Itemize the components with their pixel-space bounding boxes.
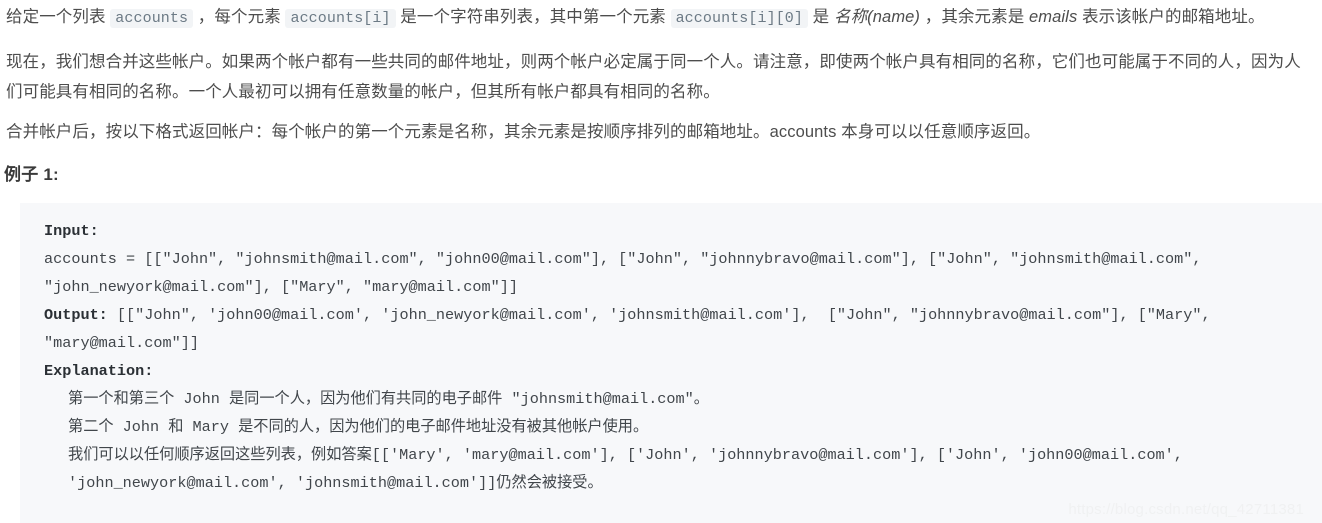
code-line-explanation-label: Explanation: (44, 357, 1322, 385)
italic-term-name: 名称(name) (833, 8, 921, 26)
paragraph-1-segment-6: 表示该帐户的邮箱地址。 (1077, 8, 1265, 26)
output-label: Output: (44, 306, 108, 324)
code-line-input-value: accounts = [["John", "johnsmith@mail.com… (44, 250, 1211, 296)
example-heading: 例子 1: (4, 165, 59, 184)
input-label: Input: (44, 222, 99, 240)
italic-term-emails: emails (1029, 8, 1078, 26)
code-line-explanation-2: 第二个 John 和 Mary 是不同的人，因为他们的电子邮件地址没有被其他帐户… (68, 418, 649, 436)
paragraph-1-segment-1: 给定一个列表 (6, 8, 111, 26)
article-page: 给定一个列表 accounts ，每个元素 accounts[i] 是一个字符串… (0, 0, 1322, 523)
inline-code-accounts: accounts (110, 9, 194, 28)
code-line-input-label: Input: (44, 217, 1322, 245)
paragraph-problem-definition: 给定一个列表 accounts ，每个元素 accounts[i] 是一个字符串… (4, 2, 1322, 34)
paragraph-1-segment-2: ，每个元素 (193, 8, 286, 26)
inline-code-accounts-i: accounts[i] (285, 9, 396, 28)
site-watermark: https://blog.csdn.net/qq_42711381 (1068, 501, 1304, 518)
code-line-output: Output: [["John", 'john00@mail.com', 'jo… (44, 301, 1322, 357)
inline-code-accounts-i-0: accounts[i][0] (670, 9, 808, 28)
explanation-label: Explanation: (44, 362, 154, 380)
paragraph-1-segment-4: 是 (808, 8, 834, 26)
code-line-explanation-1: 第一个和第三个 John 是同一个人，因为他们有共同的电子邮件 "johnsmi… (68, 390, 709, 408)
paragraph-1-segment-3: 是一个字符串列表，其中第一个元素 (395, 8, 671, 26)
example-code-block: Input: accounts = [["John", "johnsmith@m… (20, 203, 1322, 523)
paragraph-return-format: 合并帐户后，按以下格式返回帐户：每个帐户的第一个元素是名称，其余元素是按顺序排列… (6, 123, 1041, 141)
paragraph-merge-rules: 现在，我们想合并这些帐户。如果两个帐户都有一些共同的邮件地址，则两个帐户必定属于… (6, 53, 1301, 101)
code-line-explanation-3: 我们可以以任何顺序返回这些列表，例如答案[['Mary', 'mary@mail… (68, 446, 1193, 492)
output-value: [["John", 'john00@mail.com', 'john_newyo… (44, 306, 1220, 352)
paragraph-1-segment-5: ，其余元素是 (920, 8, 1030, 26)
